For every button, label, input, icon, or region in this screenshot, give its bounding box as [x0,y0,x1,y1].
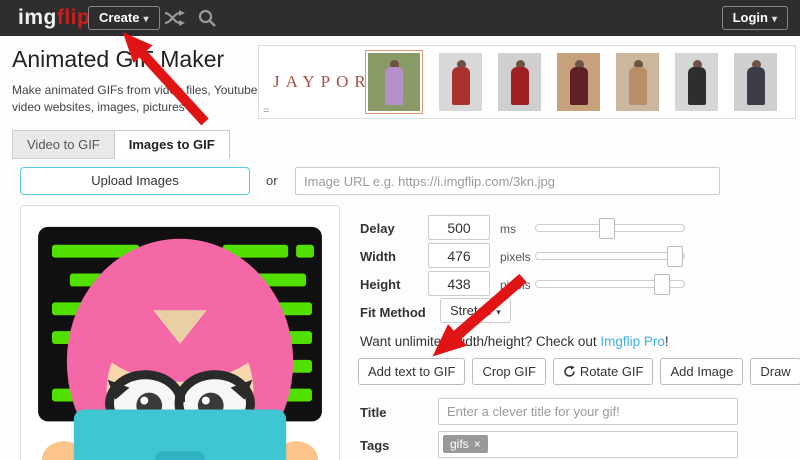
height-slider[interactable] [535,274,685,295]
figure-garment [451,67,470,105]
page-subtitle: Make animated GIFs from video files, You… [12,82,261,117]
chevron-down-icon: ▾ [143,14,149,25]
gif-action-buttons: Add text to GIF Crop GIF Rotate GIF Add … [358,358,800,385]
height-slider-handle[interactable] [653,274,670,295]
delay-unit: ms [500,222,516,236]
width-label: Width [360,249,396,264]
ad-thumbnail[interactable] [439,53,482,111]
image-url-input[interactable] [295,167,720,195]
figure-garment [385,67,403,105]
delay-label: Delay [360,221,395,236]
imgflip-gif-maker-page: imgflip Create ▾ Login ▾ Animated GIF Make… [0,0,800,460]
imgflip-logo[interactable]: imgflip [18,6,90,30]
tag-remove-icon[interactable]: × [474,437,481,451]
subtitle-line-1: Make animated GIFs from video files, You… [12,83,261,97]
tab-video-to-gif[interactable]: Video to GIF [12,130,115,159]
ad-thumbnail[interactable] [498,53,541,111]
crop-gif-button[interactable]: Crop GIF [472,358,546,385]
figure-garment [687,67,706,105]
upload-images-button[interactable]: Upload Images [20,167,250,195]
height-unit: pixels [500,278,531,292]
delay-slider-handle[interactable] [599,218,616,239]
ad-banner[interactable]: JAYPORE = [258,45,796,119]
fit-method-value: Stretch [450,303,492,318]
width-input[interactable] [428,243,490,268]
tags-label: Tags [360,438,390,453]
logo-flip-part: flip [56,6,91,29]
thumbnail-image [368,53,420,111]
create-button[interactable]: Create ▾ [88,6,160,30]
shuffle-icon[interactable] [163,8,185,28]
ad-thumbnail[interactable] [675,53,718,111]
pro-upsell-text: Want unlimited width/height? Check out I… [360,334,669,349]
width-slider-handle[interactable] [667,246,684,267]
width-unit: pixels [500,250,531,264]
tab-images-to-gif[interactable]: Images to GIF [113,130,230,159]
imgflip-pro-link[interactable]: Imgflip Pro [600,334,665,349]
login-button-label: Login [732,10,768,25]
delay-slider[interactable] [535,218,685,239]
ad-thumbnail[interactable] [616,53,659,111]
add-image-button[interactable]: Add Image [660,358,744,385]
login-button[interactable]: Login ▾ [721,6,788,30]
rotate-icon [563,361,576,386]
fit-method-dropdown[interactable]: Stretch ▾ [440,298,511,323]
tag-chip-gifs: gifs × [443,435,488,453]
gif-title-input[interactable] [438,398,738,425]
gif-preview-frame [20,205,340,460]
draw-button[interactable]: Draw [750,358,800,385]
add-text-to-gif-button[interactable]: Add text to GIF [358,358,466,385]
page-title: Animated GIF Maker [12,46,225,72]
ad-thumbnail[interactable] [557,53,600,111]
top-navbar: imgflip Create ▾ Login ▾ [0,0,800,36]
pro-text-before: Want unlimited width/height? Check out [360,334,601,349]
ad-thumbnail[interactable] [734,53,777,111]
subtitle-line-2: video websites, images, pictures [12,100,185,115]
width-slider[interactable] [535,246,685,267]
ad-thumbnail-selected[interactable] [365,50,423,114]
chevron-down-icon: ▾ [496,307,501,317]
pro-text-after: ! [664,334,669,349]
gif-preview-image [38,226,322,460]
tag-chip-label: gifs [450,437,469,451]
rotate-gif-label: Rotate GIF [579,364,644,379]
figure-garment [746,67,765,105]
create-button-label: Create [99,10,140,25]
delay-input[interactable] [428,215,490,240]
rotate-gif-button[interactable]: Rotate GIF [552,358,654,386]
tags-input[interactable]: gifs × [438,431,738,458]
figure-garment [569,67,588,105]
chevron-down-icon: ▾ [771,14,777,25]
title-label: Title [360,405,387,420]
height-label: Height [360,277,401,292]
search-icon[interactable] [196,8,218,28]
ad-collapse-glyph[interactable]: = [263,105,269,117]
or-label: or [266,173,278,188]
fit-method-label: Fit Method [360,305,426,320]
figure-garment [628,67,647,105]
ad-thumbnail-strip [365,46,777,118]
height-input[interactable] [428,271,490,296]
logo-img-part: img [18,6,57,29]
figure-garment [510,67,529,105]
gif-maker-tabs: Video to GIF Images to GIF [12,130,230,159]
